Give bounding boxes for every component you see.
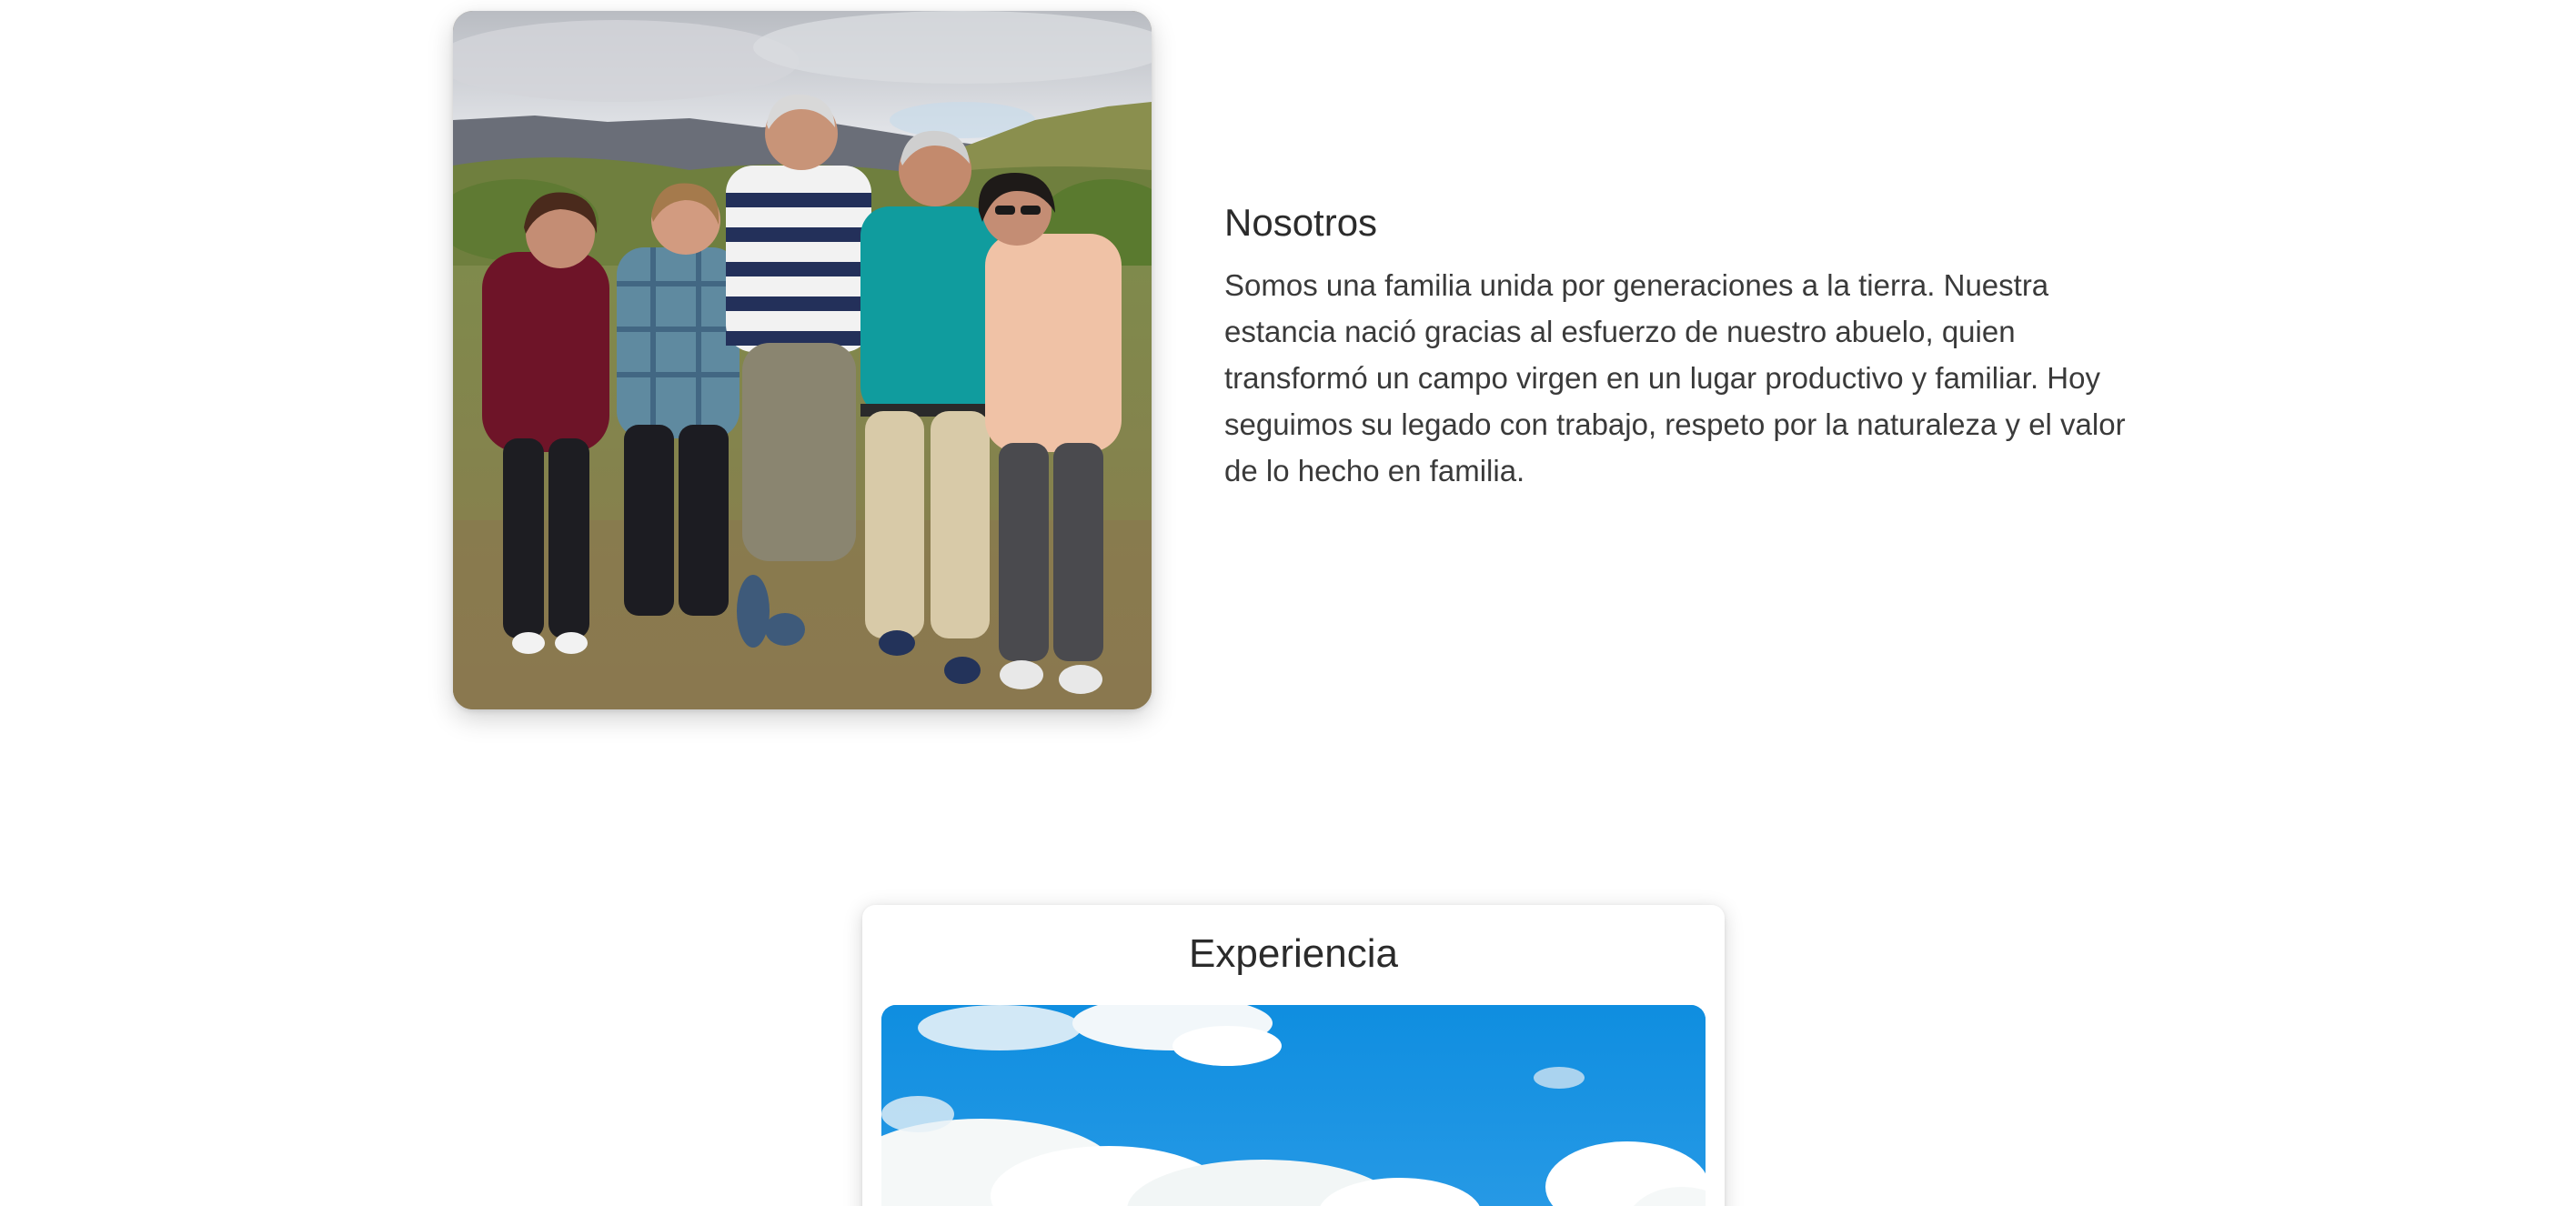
- about-section: Nosotros Somos una familia unida por gen…: [1224, 200, 2152, 494]
- experience-card: Experiencia: [862, 905, 1725, 1206]
- sky-photo-illustration: [881, 1005, 1706, 1206]
- about-description: Somos una familia unida por generaciones…: [1224, 268, 2126, 488]
- page: Nosotros Somos una familia unida por gen…: [0, 0, 2576, 1206]
- experience-photo: [881, 1005, 1706, 1206]
- experience-title: Experiencia: [1189, 931, 1398, 976]
- about-title: Nosotros: [1224, 201, 1378, 244]
- family-photo: [453, 11, 1152, 709]
- family-photo-illustration: [453, 11, 1152, 709]
